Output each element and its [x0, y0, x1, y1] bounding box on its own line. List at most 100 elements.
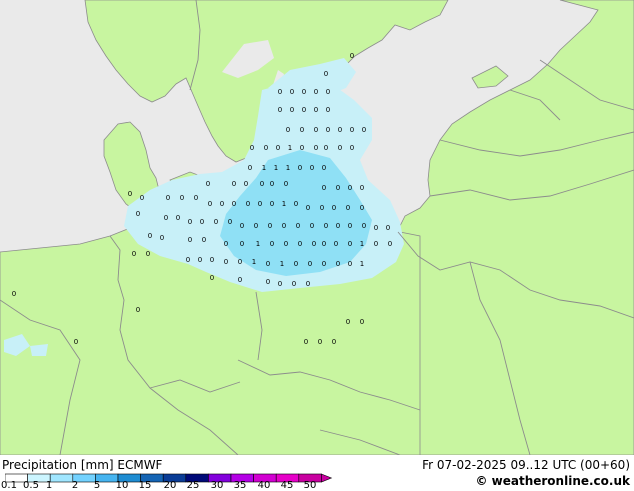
- precip-cell-value: 0: [268, 222, 272, 230]
- legend-title: Precipitation [mm] ECMWF: [2, 458, 163, 472]
- precip-cell-value: 1: [256, 240, 260, 248]
- precip-cell-value: 1: [274, 164, 278, 172]
- precip-cell-value: 0: [132, 250, 136, 258]
- precip-cell-value: 0: [254, 222, 258, 230]
- precip-cell-value: 0: [310, 222, 314, 230]
- precip-cell-value: 0: [306, 204, 310, 212]
- precip-cell-value: 0: [314, 144, 318, 152]
- precip-cell-value: 0: [322, 260, 326, 268]
- precip-cell-value: 1: [280, 260, 284, 268]
- precip-cell-value: 0: [186, 256, 190, 264]
- precip-cell-value: 0: [74, 338, 78, 346]
- precip-cell-value: 0: [324, 70, 328, 78]
- precip-cell-value: 0: [322, 164, 326, 172]
- colorbar-arrow: [321, 473, 333, 483]
- precip-cell-value: 0: [374, 240, 378, 248]
- precip-cell-value: 0: [278, 88, 282, 96]
- precip-cell-value: 0: [244, 180, 248, 188]
- precip-cell-value: 0: [348, 240, 352, 248]
- precip-cell-value: 0: [266, 278, 270, 286]
- precip-cell-value: 0: [248, 164, 252, 172]
- precip-cell-value: 0: [128, 190, 132, 198]
- precip-cell-value: 1: [252, 258, 256, 266]
- precip-cell-value: 0: [176, 214, 180, 222]
- precip-cell-value: 0: [198, 256, 202, 264]
- precip-cell-value: 0: [232, 180, 236, 188]
- precip-cell-value: 0: [286, 126, 290, 134]
- precip-cell-value: 0: [160, 234, 164, 242]
- legend-bar: Precipitation [mm] ECMWF Fr 07-02-2025 0…: [0, 455, 634, 491]
- precip-cell-value: 0: [266, 260, 270, 268]
- precip-cell-value: 0: [240, 240, 244, 248]
- precip-cell-value: 0: [278, 280, 282, 288]
- precip-cell-value: 0: [188, 218, 192, 226]
- precip-cell-value: 0: [296, 222, 300, 230]
- precip-cell-value: 0: [322, 240, 326, 248]
- precip-cell-value: 0: [208, 200, 212, 208]
- precip-cell-value: 0: [210, 274, 214, 282]
- credit-link[interactable]: © weatheronline.co.uk: [475, 474, 630, 488]
- precip-cell-value: 0: [146, 250, 150, 258]
- precip-cell-value: 0: [348, 184, 352, 192]
- precip-cell-value: 0: [302, 106, 306, 114]
- precip-cell-value: 0: [246, 200, 250, 208]
- precip-cell-value: 0: [290, 106, 294, 114]
- precip-cell-value: 0: [200, 218, 204, 226]
- precip-cell-value: 1: [282, 200, 286, 208]
- precip-cell-value: 0: [362, 222, 366, 230]
- precip-cell-value: 0: [260, 180, 264, 188]
- precip-cell-value: 0: [270, 200, 274, 208]
- precip-cell-value: 0: [238, 276, 242, 284]
- precip-cell-value: 0: [292, 280, 296, 288]
- precip-cell-value: 0: [294, 200, 298, 208]
- precip-cell-value: 0: [320, 204, 324, 212]
- precip-cell-value: 0: [334, 240, 338, 248]
- precip-cell-value: 0: [270, 240, 274, 248]
- precip-cell-value: 0: [180, 194, 184, 202]
- precip-cell-value: 0: [346, 204, 350, 212]
- precip-cell-value: 0: [350, 144, 354, 152]
- precip-cell-value: 0: [360, 184, 364, 192]
- precip-cell-value: 0: [298, 240, 302, 248]
- precip-cell-value: 0: [326, 88, 330, 96]
- precip-cell-value: 0: [240, 222, 244, 230]
- precip-cell-value: 0: [374, 224, 378, 232]
- precip-cell-value: 0: [348, 260, 352, 268]
- precip-cell-value: 0: [350, 52, 354, 60]
- precip-cell-value: 1: [288, 144, 292, 152]
- precip-cell-value: 0: [304, 338, 308, 346]
- precip-cell-value: 1: [360, 260, 364, 268]
- precip-cell-value: 0: [332, 204, 336, 212]
- precip-cell-value: 0: [258, 200, 262, 208]
- precip-cell-value: 0: [214, 218, 218, 226]
- precip-cell-value: 0: [140, 194, 144, 202]
- precip-cell-value: 0: [270, 180, 274, 188]
- precip-cell-value: 0: [346, 318, 350, 326]
- precip-cell-value: 0: [238, 258, 242, 266]
- precip-cell-value: 0: [136, 210, 140, 218]
- precip-cell-value: 0: [220, 200, 224, 208]
- precip-cell-value: 0: [302, 88, 306, 96]
- precip-cell-value: 0: [348, 222, 352, 230]
- timestamp: Fr 07-02-2025 09..12 UTC (00+60): [422, 458, 630, 472]
- precip-cell-value: 0: [336, 222, 340, 230]
- precip-cell-value: 0: [338, 126, 342, 134]
- precip-cell-value: 0: [350, 126, 354, 134]
- precip-cell-value: 0: [136, 306, 140, 314]
- precip-cell-value: 0: [210, 256, 214, 264]
- precip-cell-value: 0: [298, 164, 302, 172]
- precip-cell-value: 1: [360, 240, 364, 248]
- precip-cell-value: 0: [312, 240, 316, 248]
- precip-cell-value: 0: [322, 184, 326, 192]
- precip-cell-value: 0: [206, 180, 210, 188]
- precip-cell-value: 0: [388, 240, 392, 248]
- precip-cell-value: 0: [250, 144, 254, 152]
- precip-cell-value: 0: [326, 126, 330, 134]
- precip-cell-value: 0: [284, 240, 288, 248]
- precip-cell-value: 0: [318, 338, 322, 346]
- precip-cell-value: 0: [232, 200, 236, 208]
- colorbar-swatch: [49, 473, 74, 483]
- precip-cell-value: 0: [284, 180, 288, 188]
- precip-cell-value: 0: [338, 144, 342, 152]
- precip-cell-value: 0: [306, 280, 310, 288]
